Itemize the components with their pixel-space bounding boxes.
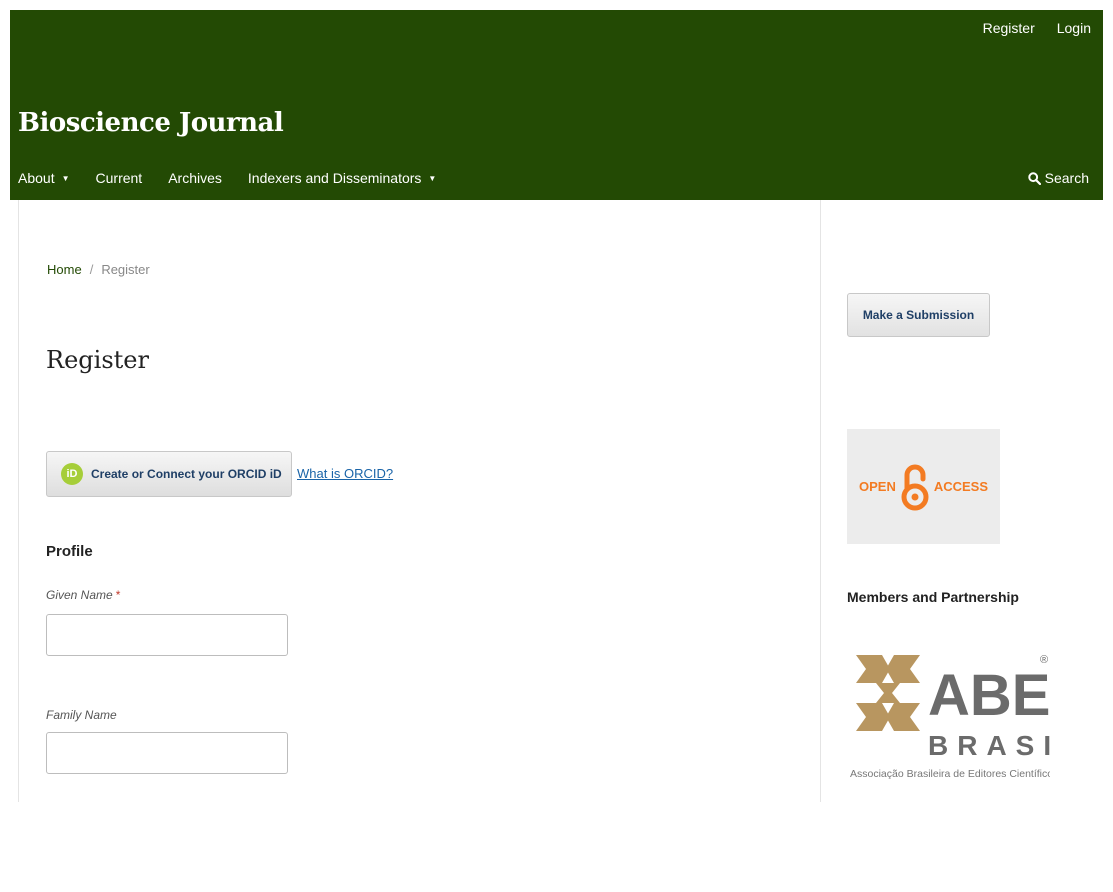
caret-down-icon: ▼ — [428, 173, 437, 183]
orcid-connect-button[interactable]: iD Create or Connect your ORCID iD — [46, 451, 292, 497]
orcid-icon: iD — [61, 463, 83, 485]
breadcrumb-current: Register — [101, 262, 150, 277]
abec-main-text: ABEC — [928, 663, 1050, 728]
nav-indexers-label: Indexers and Disseminators — [247, 170, 422, 186]
page-title: Register — [46, 346, 149, 374]
nav-indexers[interactable]: Indexers and Disseminators ▼ — [248, 170, 436, 186]
register-link[interactable]: Register — [983, 20, 1035, 36]
search-link[interactable]: Search — [1027, 170, 1089, 186]
abec-registered-mark: ® — [1040, 654, 1048, 666]
user-nav: Register Login — [983, 20, 1091, 36]
open-access-right-text: ACCESS — [933, 479, 989, 494]
page: Register Login Bioscience Journal About … — [0, 0, 1113, 892]
search-label: Search — [1044, 170, 1089, 186]
given-name-input[interactable] — [46, 614, 288, 656]
search-icon — [1027, 171, 1041, 185]
breadcrumb: Home / Register — [47, 262, 150, 277]
caret-down-icon: ▼ — [61, 173, 70, 183]
site-header: Register Login Bioscience Journal About … — [10, 10, 1103, 200]
abec-caption-text: Associação Brasileira de Editores Cientí… — [850, 768, 1050, 780]
nav-about-label: About — [18, 170, 55, 186]
family-name-label: Family Name — [46, 708, 117, 722]
abec-country-text: BRASIL — [928, 730, 1050, 761]
abec-emblem-icon — [856, 655, 920, 731]
open-lock-icon — [901, 464, 929, 510]
profile-section-title: Profile — [46, 543, 93, 560]
site-title[interactable]: Bioscience Journal — [18, 108, 284, 138]
open-access-logo[interactable]: OPEN ACCESS — [847, 429, 1000, 544]
nav-about[interactable]: About ▼ — [18, 170, 70, 186]
login-link[interactable]: Login — [1057, 20, 1091, 36]
nav-archives-label: Archives — [168, 170, 222, 186]
given-name-label: Given Name * — [46, 588, 120, 602]
open-access-left-text: OPEN — [858, 479, 896, 494]
nav-current[interactable]: Current — [96, 170, 143, 186]
what-is-orcid-link[interactable]: What is ORCID? — [297, 466, 393, 481]
main-content-frame — [18, 200, 821, 802]
family-name-input[interactable] — [46, 732, 288, 774]
required-marker: * — [115, 588, 121, 602]
nav-archives[interactable]: Archives — [168, 170, 222, 186]
abec-brasil-logo[interactable]: ABEC ® BRASIL Associação Brasileira de E… — [850, 643, 1050, 793]
members-partnership-heading: Members and Partnership — [847, 589, 1019, 605]
make-submission-button[interactable]: Make a Submission — [847, 293, 990, 337]
primary-nav: About ▼ Current Archives Indexers and Di… — [18, 170, 462, 186]
nav-current-label: Current — [95, 170, 143, 186]
given-name-label-text: Given Name — [46, 588, 113, 602]
orcid-button-label: Create or Connect your ORCID iD — [91, 467, 282, 481]
breadcrumb-separator: / — [89, 262, 94, 277]
breadcrumb-home[interactable]: Home — [47, 262, 82, 277]
